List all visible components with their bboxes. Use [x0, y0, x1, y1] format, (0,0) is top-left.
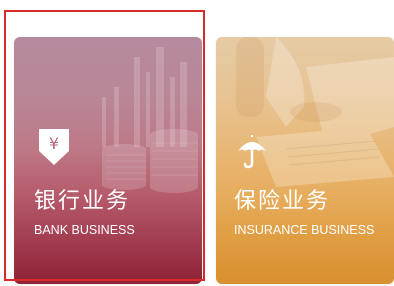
insurance-business-title: 保险业务: [234, 189, 331, 214]
business-selection-panel: ¥ 银行业务 BANK BUSINESS 保险业务 INSURANCE BUSI…: [0, 0, 394, 286]
insurance-business-subtitle: INSURANCE BUSINESS: [234, 223, 375, 237]
umbrella-icon: [234, 131, 270, 171]
selection-highlight: [4, 10, 205, 281]
insurance-business-card[interactable]: 保险业务 INSURANCE BUSINESS: [216, 37, 394, 284]
